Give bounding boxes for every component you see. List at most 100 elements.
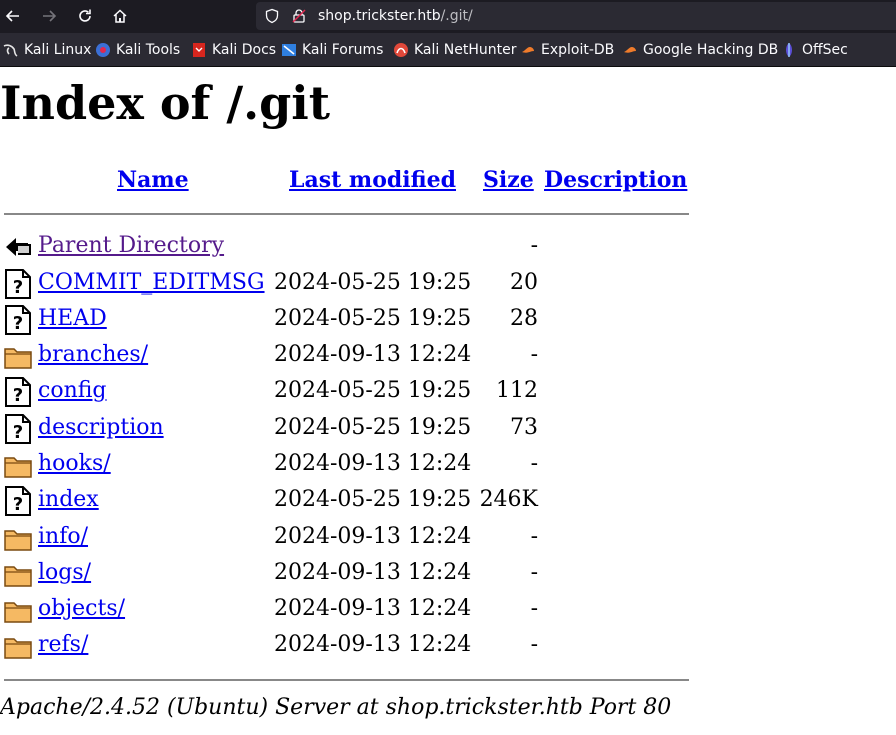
entry-size: - [530,233,538,258]
table-row: ? config 2024-05-25 19:25 112 [0,374,700,410]
bookmark-kali-forums[interactable]: Kali Forums [281,33,383,67]
entry-link[interactable]: HEAD [38,306,107,331]
kali-tools-icon [96,43,110,57]
entry-modified: 2024-09-13 12:24 [274,560,472,585]
entry-link[interactable]: hooks/ [38,451,111,476]
entry-link[interactable]: logs/ [38,560,91,585]
header-divider [4,213,689,215]
entry-modified: 2024-05-25 19:25 [274,487,472,512]
entry-link[interactable]: branches/ [38,342,148,367]
folder-icon [4,348,32,369]
arrow-left-icon [5,10,19,22]
back-icon [6,238,31,256]
entry-modified: 2024-09-13 12:24 [274,342,472,367]
bookmark-label: Exploit-DB [541,42,615,58]
reload-button[interactable] [72,4,98,28]
bookmark-exploit-db[interactable]: Exploit-DB [520,33,614,67]
ghdb-icon [624,47,636,53]
entry-link[interactable]: refs/ [38,632,88,657]
bookmarks-toolbar: Kali Linux Kali Tools Kali Docs Kali For… [0,33,896,67]
column-header-name[interactable]: Name [117,167,189,193]
bookmark-label: Kali Linux [24,42,92,58]
forward-button[interactable] [36,4,62,28]
bookmark-label: Kali Forums [302,42,384,58]
entry-link[interactable]: description [38,415,164,440]
home-button[interactable] [107,4,133,28]
table-row: logs/ 2024-09-13 12:24 - [0,556,700,592]
table-row: branches/ 2024-09-13 12:24 - [0,338,700,374]
folder-icon [4,602,32,623]
entry-link[interactable]: index [38,487,99,512]
reload-icon [79,9,91,22]
folder-icon [4,566,32,587]
entry-size: - [530,596,538,621]
table-row: hooks/ 2024-09-13 12:24 - [0,447,700,483]
svg-text:?: ? [13,422,23,443]
url-host: shop.trickster.htb [318,8,441,24]
table-row: ? description 2024-05-25 19:25 73 [0,411,700,447]
table-row: refs/ 2024-09-13 12:24 - [0,628,700,664]
column-header-description[interactable]: Description [544,167,687,193]
entry-size: 246K [479,487,538,512]
entry-modified: 2024-09-13 12:24 [274,596,472,621]
table-row: info/ 2024-09-13 12:24 - [0,520,700,556]
entry-size: - [530,632,538,657]
url-path: /.git/ [440,8,473,24]
bookmark-label: Kali Tools [116,42,181,58]
entry-size: - [530,451,538,476]
kali-dragon-icon [3,44,18,57]
bookmark-kali-docs[interactable]: Kali Docs [191,33,276,67]
entry-modified: 2024-05-25 19:25 [274,415,472,440]
browser-toolbar: shop.trickster.htb/.git/ [0,0,896,33]
bookmark-kali-tools[interactable]: Kali Tools [95,33,180,67]
svg-text:?: ? [13,277,23,298]
folder-icon [4,530,32,551]
entry-link[interactable]: Parent Directory [38,233,224,258]
column-header-last-modified[interactable]: Last modified [289,167,456,193]
entry-modified: 2024-05-25 19:25 [274,270,472,295]
unknown-file-icon: ? [5,486,31,516]
svg-text:?: ? [13,494,23,515]
home-icon [113,9,127,23]
unknown-file-icon: ? [5,377,31,407]
entry-link[interactable]: info/ [38,524,88,549]
entry-size: - [530,342,538,367]
unknown-file-icon: ? [5,269,31,299]
insecure-lock-icon[interactable] [291,8,307,24]
entry-size: 112 [496,378,538,403]
table-row: Parent Directory - [0,229,700,265]
entry-link[interactable]: COMMIT_EDITMSG [38,270,265,295]
table-row: objects/ 2024-09-13 12:24 - [0,592,700,628]
entry-link[interactable]: config [38,378,107,403]
entry-size: 20 [510,270,538,295]
folder-icon [4,638,32,659]
url-text[interactable]: shop.trickster.htb/.git/ [318,8,473,24]
kali-docs-icon [193,43,205,57]
server-signature: Apache/2.4.52 (Ubuntu) Server at shop.tr… [0,695,672,720]
table-row: ? index 2024-05-25 19:25 246K [0,483,700,519]
bookmark-label: Kali Docs [212,42,277,58]
exploit-db-icon [522,47,534,53]
entry-size: - [530,524,538,549]
svg-text:?: ? [13,313,23,334]
table-row: ? COMMIT_EDITMSG 2024-05-25 19:25 20 [0,266,700,302]
unknown-file-icon: ? [5,414,31,444]
address-bar[interactable]: shop.trickster.htb/.git/ [256,2,896,30]
column-header-size[interactable]: Size [483,167,534,193]
entry-link[interactable]: objects/ [38,596,125,621]
entry-size: - [530,560,538,585]
shield-icon [265,8,279,24]
offsec-icon [786,43,792,57]
entry-modified: 2024-09-13 12:24 [274,632,472,657]
kali-nethunter-icon [394,43,408,57]
back-button[interactable] [0,4,26,28]
entry-size: 28 [510,306,538,331]
bookmark-google-hacking-db[interactable]: Google Hacking DB [622,33,778,67]
arrow-right-icon [43,10,57,22]
bookmark-kali-nethunter[interactable]: Kali NetHunter [393,33,516,67]
bookmark-label: OffSec [802,42,848,58]
bookmark-label: Google Hacking DB [643,42,779,58]
bookmark-offsec[interactable]: OffSec [781,33,848,67]
unknown-file-icon: ? [5,305,31,335]
bookmark-kali-linux[interactable]: Kali Linux [3,33,91,67]
